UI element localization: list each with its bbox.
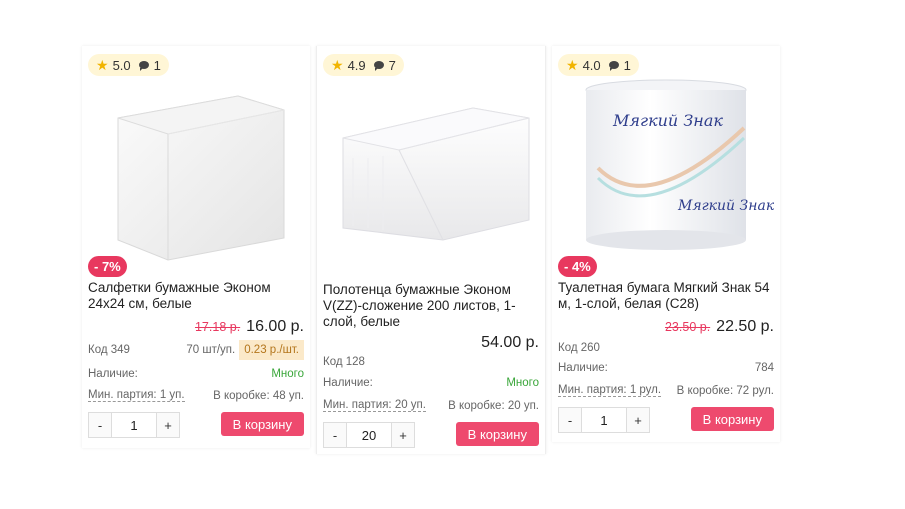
product-image[interactable] (323, 68, 539, 266)
product-image[interactable] (88, 68, 304, 266)
qty-plus-button[interactable]: + (392, 423, 414, 447)
min-lot[interactable]: Мин. партия: 1 уп. (88, 389, 185, 402)
quantity-stepper: - 20 + (323, 422, 415, 448)
product-code: Код 260 (558, 342, 600, 354)
stock-label: Наличие: (323, 377, 373, 389)
rating-value: 5.0 (112, 57, 131, 73)
lot-row: Мин. партия: 1 рул. В коробке: 72 рул. (558, 384, 774, 397)
code-row: Код 260 (558, 342, 774, 354)
discount-badge: - 7% (88, 256, 127, 277)
price-row: 54.00 р. (481, 334, 539, 352)
stock-value: Много (506, 377, 539, 389)
qty-plus-button[interactable]: + (157, 413, 179, 437)
rating-badge: ★ 4.9 7 (323, 54, 404, 76)
rating-value: 4.0 (582, 57, 601, 73)
code-row: Код 349 70 шт/уп. 0.23 р./шт. (88, 340, 304, 360)
quantity-input[interactable]: 20 (346, 423, 392, 447)
price-row: 17.18 р. 16.00 р. (195, 318, 304, 336)
lot-row: Мин. партия: 20 уп. В коробке: 20 уп. (323, 399, 539, 412)
price: 54.00 р. (481, 334, 539, 351)
qty-minus-button[interactable]: - (89, 413, 111, 437)
star-icon: ★ (96, 57, 109, 73)
stock-row: Наличие: 784 (558, 362, 774, 374)
min-lot[interactable]: Мин. партия: 1 рул. (558, 384, 662, 397)
product-code: Код 128 (323, 356, 365, 368)
quantity-stepper: - 1 + (88, 412, 180, 438)
product-title[interactable]: Туалетная бумага Мягкий Знак 54 м, 1-сло… (558, 280, 772, 312)
discount-badge: - 4% (558, 256, 597, 277)
box-info: В коробке: 48 уп. (213, 389, 304, 402)
stock-value: 784 (754, 362, 774, 374)
qty-minus-button[interactable]: - (559, 408, 581, 432)
brand-text: Мягкий Знак (612, 111, 723, 130)
star-icon: ★ (331, 57, 344, 73)
product-image[interactable]: Мягкий Знак Мягкий Знак (558, 68, 774, 266)
pack-info: 70 шт/уп. (186, 344, 236, 356)
brand-text: Мягкий Знак (677, 198, 774, 214)
box-info: В коробке: 72 рул. (676, 384, 774, 397)
stock-row: Наличие: Много (88, 368, 304, 380)
product-title[interactable]: Салфетки бумажные Эконом 24х24 см, белые (88, 280, 302, 312)
comment-icon (373, 61, 384, 71)
old-price: 17.18 р. (194, 320, 241, 334)
quantity-input[interactable]: 1 (581, 408, 627, 432)
quantity-stepper: - 1 + (558, 407, 650, 433)
price-row: 23.50 р. 22.50 р. (665, 318, 774, 336)
add-to-cart-button[interactable]: В корзину (690, 407, 774, 431)
rating-value: 4.9 (347, 57, 366, 73)
price: 22.50 р. (716, 318, 774, 335)
product-card: ★ 5.0 1 - 7% Салфетки бумажные Эконом 24… (82, 46, 310, 448)
code-row: Код 128 (323, 356, 539, 368)
product-card: ★ 4.9 7 Полотенца бумажные Эконом V(ZZ)-… (316, 46, 546, 454)
unit-price: 0.23 р./шт. (239, 340, 304, 360)
quantity-input[interactable]: 1 (111, 413, 157, 437)
comment-icon (138, 61, 149, 71)
review-count: 1 (153, 57, 161, 73)
add-to-cart-button[interactable]: В корзину (220, 412, 304, 436)
product-card: ★ 4.0 1 Мягкий Знак Мягкий Знак - 4% Туа… (552, 46, 780, 442)
stock-label: Наличие: (88, 368, 138, 380)
add-to-cart-button[interactable]: В корзину (455, 422, 539, 446)
rating-badge: ★ 5.0 1 (88, 54, 169, 76)
box-info: В коробке: 20 уп. (448, 399, 539, 412)
product-code: Код 349 (88, 344, 130, 356)
review-count: 7 (388, 57, 396, 73)
old-price: 23.50 р. (664, 320, 711, 334)
star-icon: ★ (566, 57, 579, 73)
min-lot[interactable]: Мин. партия: 20 уп. (323, 399, 426, 412)
qty-plus-button[interactable]: + (627, 408, 649, 432)
stock-label: Наличие: (558, 362, 608, 374)
qty-minus-button[interactable]: - (324, 423, 346, 447)
product-title[interactable]: Полотенца бумажные Эконом V(ZZ)-сложение… (323, 282, 537, 330)
stock-value: Много (271, 368, 304, 380)
review-count: 1 (623, 57, 631, 73)
rating-badge: ★ 4.0 1 (558, 54, 639, 76)
lot-row: Мин. партия: 1 уп. В коробке: 48 уп. (88, 389, 304, 402)
stock-row: Наличие: Много (323, 377, 539, 389)
price: 16.00 р. (246, 318, 304, 335)
comment-icon (608, 61, 619, 71)
